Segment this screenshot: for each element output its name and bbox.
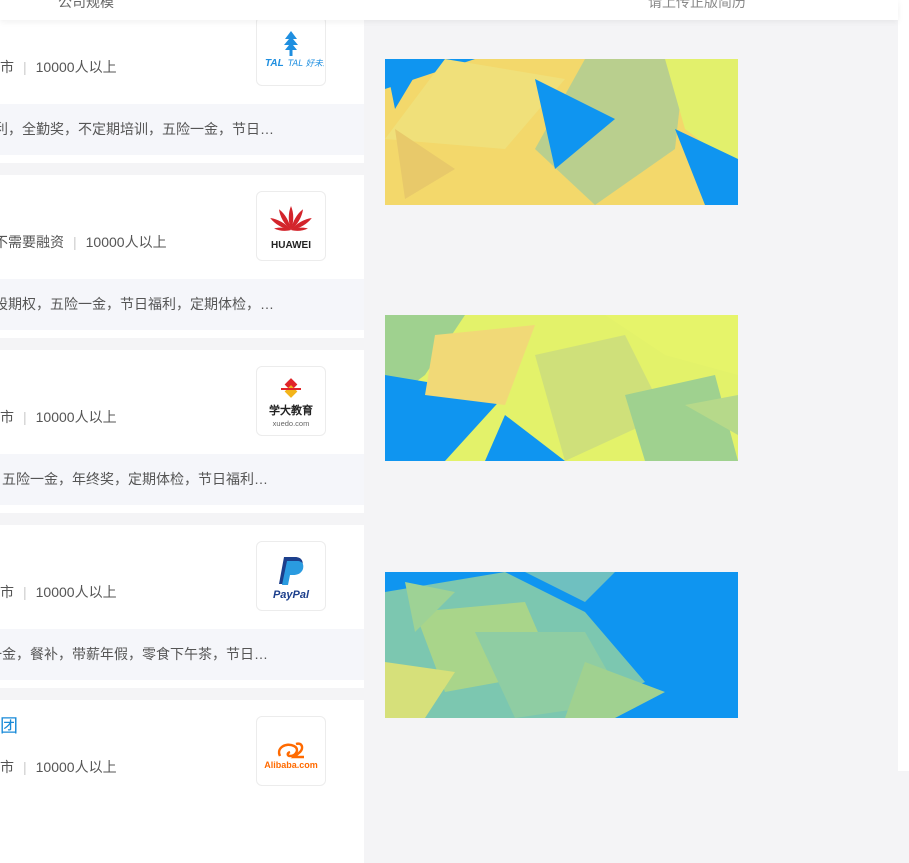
company-card[interactable]: 市 | 10000人以上 一金，餐补，带薪年假，零食下午茶，节日… PayPal: [0, 525, 364, 688]
company-card[interactable]: 不需要融资 | 10000人以上 股期权，五险一金，节日福利，定期体检，… HUAW…: [0, 175, 364, 338]
logo-text: TAL 好未来: [288, 58, 324, 69]
ad-banner-3[interactable]: [385, 572, 738, 718]
logo-subtext: xuedo.com: [273, 419, 310, 428]
svg-text:TAL: TAL: [265, 58, 284, 69]
company-meta: 市 | 10000人以上: [0, 759, 117, 775]
financing-stage: 上市: [0, 409, 14, 425]
company-size: 10000人以上: [35, 759, 117, 775]
company-meta: 市 | 10000人以上: [0, 584, 117, 600]
financing-stage: 不需要融资: [0, 234, 64, 250]
huawei-logo-icon: HUAWEI: [270, 206, 312, 251]
financing-stage: 市: [0, 759, 14, 775]
welfare-text: ，五险一金，年终奖，定期体检，节日福利…: [0, 471, 268, 487]
abstract-banner-image: [385, 315, 738, 461]
abstract-banner-image: [385, 59, 738, 205]
company-meta: 市 | 10000人以上: [0, 59, 117, 75]
financing-stage: 市: [0, 59, 14, 75]
scrollbar[interactable]: [898, 0, 909, 771]
welfare-text: 股期权，五险一金，节日福利，定期体检，…: [0, 296, 274, 312]
company-size: 10000人以上: [85, 234, 167, 250]
company-name[interactable]: 团: [0, 712, 18, 738]
ad-banner-2[interactable]: [385, 315, 738, 461]
logo-text: HUAWEI: [271, 240, 311, 251]
logo-text: 学大教育: [269, 403, 313, 417]
company-meta: 上市|10000人以上: [0, 407, 117, 427]
company-card[interactable]: 上市|10000人以上 ，五险一金，年终奖，定期体检，节日福利… 学大教育 xu…: [0, 350, 364, 513]
xueda-logo-icon: 学大教育 xuedo.com: [269, 378, 313, 428]
company-card[interactable]: 团 市 | 10000人以上 Alibaba.com: [0, 700, 364, 863]
logo-text: PayPal: [273, 589, 310, 601]
welfare-tags: 利，全勤奖，不定期培训，五险一金，节日…: [0, 104, 364, 155]
company-logo[interactable]: HUAWEI: [256, 191, 326, 261]
welfare-text: 一金，餐补，带薪年假，零食下午茶，节日…: [0, 646, 268, 662]
company-meta: 不需要融资 | 10000人以上: [0, 232, 167, 252]
company-list: 市 | 10000人以上 利，全勤奖，不定期培训，五险一金，节日… TAL TAL …: [0, 0, 364, 863]
company-size-filter[interactable]: 公司规模: [58, 0, 114, 12]
welfare-tags: 一金，餐补，带薪年假，零食下午茶，节日…: [0, 629, 364, 680]
upload-resume-link[interactable]: 请上传正版简历: [648, 0, 746, 12]
welfare-tags: 股期权，五险一金，节日福利，定期体检，…: [0, 279, 364, 330]
top-filter-bar: 公司规模 请上传正版简历: [0, 0, 898, 20]
paypal-logo-icon: PayPal: [273, 557, 310, 601]
company-logo[interactable]: Alibaba.com: [256, 716, 326, 786]
company-size: 10000人以上: [35, 409, 117, 425]
company-size: 10000人以上: [35, 59, 117, 75]
ad-banner-1[interactable]: [385, 59, 738, 205]
company-logo[interactable]: 学大教育 xuedo.com: [256, 366, 326, 436]
welfare-text: 利，全勤奖，不定期培训，五险一金，节日…: [0, 121, 274, 137]
company-logo[interactable]: TAL TAL 好未来: [256, 16, 326, 86]
company-size: 10000人以上: [35, 584, 117, 600]
tal-logo-icon: TAL TAL 好未来: [265, 31, 324, 69]
alibaba-logo-icon: Alibaba.com: [264, 742, 318, 770]
company-card[interactable]: 市 | 10000人以上 利，全勤奖，不定期培训，五险一金，节日… TAL TAL …: [0, 0, 364, 163]
company-logo[interactable]: PayPal: [256, 541, 326, 611]
logo-text: Alibaba.com: [264, 760, 318, 770]
welfare-tags: ，五险一金，年终奖，定期体检，节日福利…: [0, 454, 364, 505]
abstract-banner-image: [385, 572, 738, 718]
financing-stage: 市: [0, 584, 14, 600]
